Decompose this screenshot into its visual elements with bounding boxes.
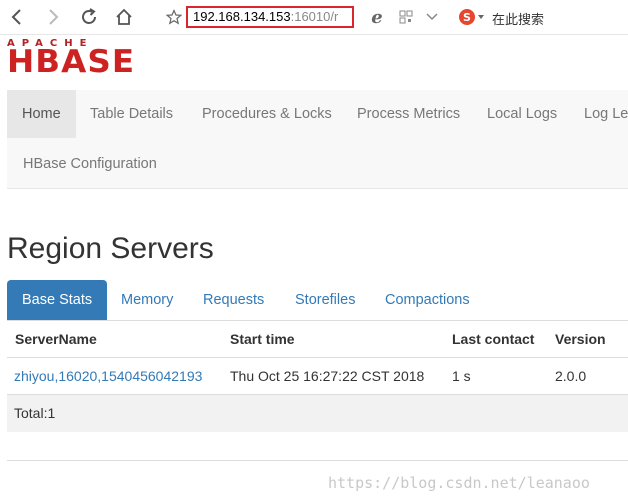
tab-compactions[interactable]: Compactions	[370, 280, 485, 320]
tab-requests[interactable]: Requests	[188, 280, 279, 320]
ie-icon[interactable]: e	[366, 6, 388, 28]
tab-memory[interactable]: Memory	[106, 280, 188, 320]
header-last-contact: Last contact	[452, 331, 535, 347]
svg-text:S: S	[463, 11, 471, 24]
nav-process-metrics[interactable]: Process Metrics	[342, 90, 475, 138]
tab-base-stats[interactable]: Base Stats	[7, 280, 108, 320]
last-contact-cell: 1 s	[452, 368, 471, 384]
refresh-icon[interactable]	[78, 6, 100, 28]
nav-table-details[interactable]: Table Details	[75, 90, 188, 138]
nav-hbase-configuration[interactable]: HBase Configuration	[8, 140, 172, 188]
header-start-time: Start time	[230, 331, 295, 347]
nav-home[interactable]: Home	[7, 90, 76, 138]
home-icon[interactable]	[113, 6, 135, 28]
main-navbar: Home Table Details Procedures & Locks Pr…	[7, 90, 628, 189]
version-cell: 2.0.0	[555, 368, 587, 384]
table-total-row: Total:1	[7, 394, 628, 432]
nav-log-level[interactable]: Log Le	[569, 90, 628, 138]
nav-procedures-locks[interactable]: Procedures & Locks	[187, 90, 347, 138]
header-server-name: ServerName	[15, 331, 97, 347]
page-title: Region Servers	[7, 232, 214, 265]
section-divider	[7, 460, 628, 461]
address-port: :16010/r	[290, 9, 339, 24]
qr-icon[interactable]	[395, 6, 417, 28]
forward-icon[interactable]	[42, 6, 64, 28]
address-bar[interactable]: 192.168.134.153:16010/r	[186, 6, 354, 28]
table-header-row: ServerName Start time Last contact Versi…	[7, 320, 628, 358]
chevron-down-icon[interactable]	[421, 6, 443, 28]
address-host: 192.168.134.153	[193, 9, 291, 24]
total-cell: Total:1	[14, 405, 56, 421]
nav-local-logs[interactable]: Local Logs	[472, 90, 572, 138]
hbase-logo[interactable]: APACHE HBASE	[7, 38, 147, 78]
search-input[interactable]: 在此搜索	[492, 9, 544, 28]
logo-hbase-text: HBASE	[7, 44, 136, 80]
table-row: zhiyou,16020,1540456042193 Thu Oct 25 16…	[7, 357, 628, 395]
back-icon[interactable]	[6, 6, 28, 28]
tab-storefiles[interactable]: Storefiles	[280, 280, 370, 320]
header-version: Version	[555, 331, 606, 347]
star-icon[interactable]	[163, 6, 185, 28]
watermark-text: https://blog.csdn.net/leanaoo	[328, 474, 590, 492]
start-time-cell: Thu Oct 25 16:27:22 CST 2018	[230, 368, 425, 384]
sogou-icon[interactable]: S	[458, 6, 486, 28]
region-server-tabs: Base Stats Memory Requests Storefiles Co…	[7, 280, 628, 320]
server-name-link[interactable]: zhiyou,16020,1540456042193	[14, 358, 202, 395]
browser-toolbar: 192.168.134.153:16010/r e S 在此搜索	[0, 0, 628, 35]
